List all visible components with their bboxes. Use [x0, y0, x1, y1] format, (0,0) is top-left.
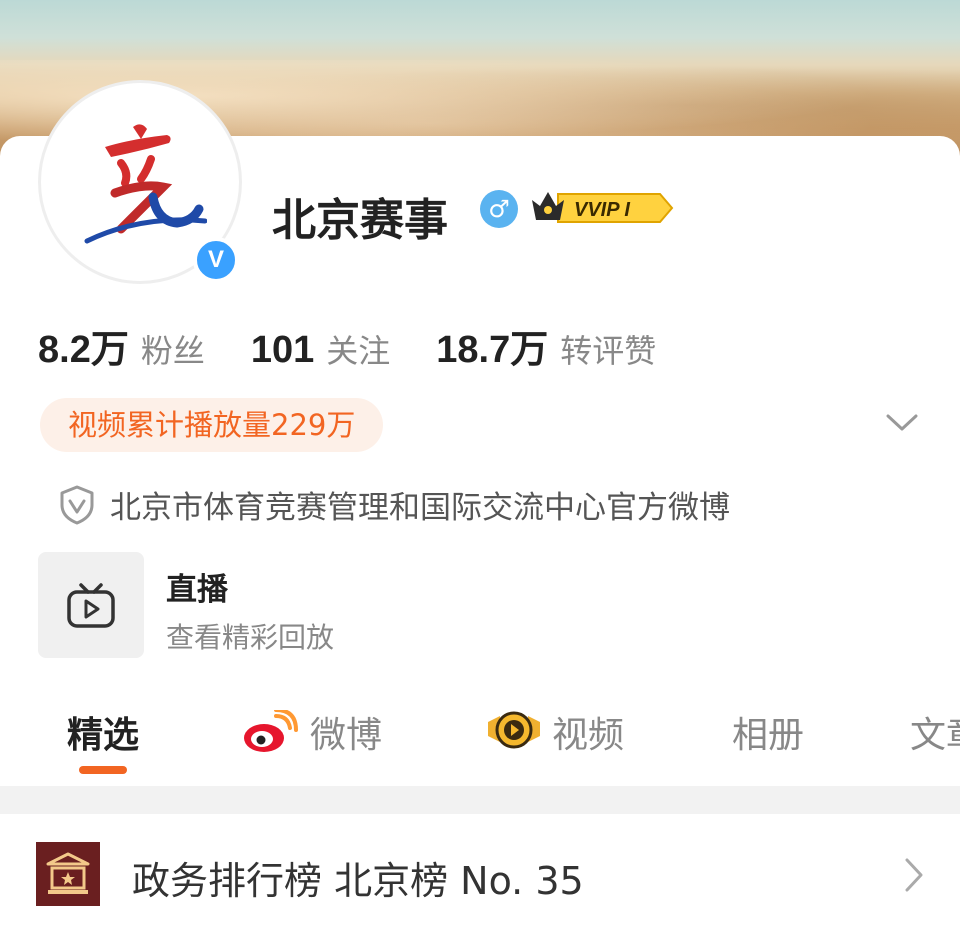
interactions-label: 转评赞 — [560, 332, 657, 370]
stats-row: 8.2万 粉丝 101 关注 18.7万 转评赞 — [38, 318, 702, 371]
vvip-badge-icon[interactable]: VVIP I — [528, 186, 674, 230]
tab-weibo[interactable]: 微博 — [242, 706, 382, 758]
profile-name: 北京赛事 — [272, 195, 448, 246]
video-badge-icon — [488, 711, 540, 749]
tab-album-label: 相册 — [732, 715, 805, 756]
gov-ranking-text: 政务排行榜 北京榜 No. 35 — [132, 859, 584, 903]
verification-info: 北京市体育竞赛管理和国际交流中心官方微博 — [60, 482, 730, 527]
live-subtitle[interactable]: 查看精彩回放 — [166, 616, 334, 656]
tab-weibo-label: 微博 — [310, 715, 383, 756]
tab-articles-label: 文章 — [910, 715, 960, 756]
tab-articles[interactable]: 文章 — [910, 706, 960, 758]
followers-label[interactable]: 粉丝 — [141, 326, 205, 372]
svg-text:VVIP I: VVIP I — [574, 199, 630, 221]
government-building-icon — [36, 842, 100, 906]
following-count[interactable]: 101 — [251, 329, 314, 372]
tab-featured[interactable]: 精选 — [67, 706, 139, 758]
male-gender-icon: ♂ — [480, 190, 518, 228]
avatar-logo-icon — [84, 124, 207, 244]
tab-album[interactable]: 相册 — [732, 706, 804, 758]
tab-featured-label: 精选 — [67, 715, 140, 756]
active-tab-indicator — [79, 766, 127, 774]
live-title[interactable]: 直播 — [166, 564, 228, 609]
interactions-count: 18.7万 — [436, 329, 549, 371]
tab-video[interactable]: 视频 — [486, 706, 624, 758]
tab-video-label: 视频 — [552, 715, 625, 756]
followers-count[interactable]: 8.2万 — [38, 318, 129, 373]
tv-icon — [67, 583, 115, 628]
gov-ranking-row[interactable]: 政务排行榜 北京榜 No. 35 — [0, 814, 960, 936]
live-entry-button[interactable] — [38, 552, 144, 658]
verification-text: 北京市体育竞赛管理和国际交流中心官方微博 — [110, 490, 730, 526]
verified-badge-icon: V — [193, 237, 239, 283]
weibo-logo-icon — [244, 710, 298, 752]
chevron-right-icon — [905, 858, 923, 892]
video-plays-pill[interactable]: 视频累计播放量229万 — [40, 398, 384, 452]
chevron-down-icon[interactable] — [884, 410, 920, 434]
following-label[interactable]: 关注 — [326, 326, 390, 372]
shield-verified-icon — [60, 485, 94, 524]
